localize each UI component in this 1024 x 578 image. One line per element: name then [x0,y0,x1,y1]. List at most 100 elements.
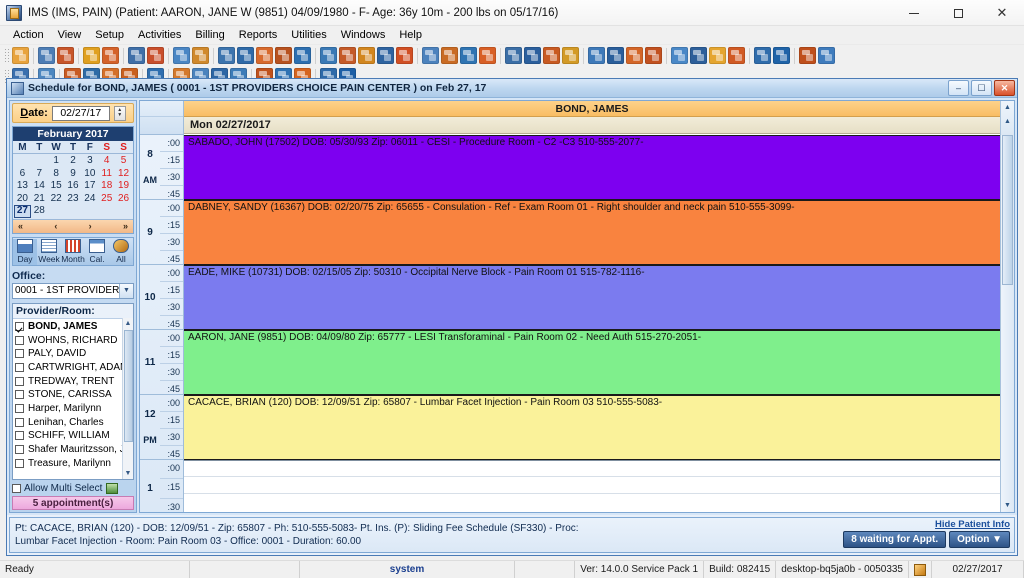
provider-checkbox[interactable] [15,349,24,359]
hide-patient-info-link[interactable]: Hide Patient Info [935,519,1010,530]
toolbar-button-10-icon[interactable] [218,47,235,64]
provider-checkbox[interactable] [15,321,24,331]
calendar-day-3[interactable]: 3 [81,155,98,168]
toolbar-button-3-icon[interactable] [57,47,74,64]
provider-checkbox[interactable] [15,431,24,441]
toolbar-button-33-icon[interactable] [690,47,707,64]
quarter-label[interactable]: :00 [160,330,183,347]
toolbar-button-24-icon[interactable] [505,47,522,64]
toolbar-button-27-icon[interactable] [562,47,579,64]
toolbar-button-22-icon[interactable] [460,47,477,64]
calendar-day-24[interactable]: 24 [81,193,98,206]
quarter-label[interactable]: :30 [160,169,183,186]
calendar-day-26[interactable]: 26 [115,193,132,206]
provider-item-4[interactable]: TREDWAY, TRENT [15,374,131,388]
calendar-day-13[interactable]: 13 [14,180,31,193]
provider-item-10[interactable]: Treasure, Marilynn [15,456,131,470]
menu-item-help[interactable]: Help [392,27,429,43]
maximize-button[interactable] [936,0,980,26]
date-input[interactable]: 02/27/17 [51,105,110,121]
calendar-day-8[interactable]: 8 [48,168,65,181]
provider-checkbox[interactable] [15,445,24,455]
calendar-day-12[interactable]: 12 [115,168,132,181]
toolbar-button-11-icon[interactable] [237,47,254,64]
schedule-scroll-top[interactable]: ▲ ▲ [1000,101,1014,135]
quarter-label[interactable]: :15 [160,152,183,169]
allow-multi-select-row[interactable]: Allow Multi Select [12,483,134,494]
provider-item-3[interactable]: CARTWRIGHT, ADAM [15,361,131,375]
calendar-prev-year[interactable]: « [18,221,23,231]
provider-item-7[interactable]: Lenihan, Charles [15,415,131,429]
provider-checkbox[interactable] [15,390,24,400]
menu-item-reports[interactable]: Reports [232,27,285,43]
quarter-label[interactable]: :00 [160,265,183,282]
provider-checkbox[interactable] [15,362,24,372]
scroll-up-icon[interactable]: ▲ [1004,101,1011,115]
appointment-block-1[interactable]: DABNEY, SANDY (16367) DOB: 02/20/75 Zip:… [184,200,1000,265]
menu-item-action[interactable]: Action [6,27,51,43]
menu-item-view[interactable]: View [51,27,89,43]
date-spinner[interactable]: ▲ ▼ [113,105,126,121]
toolbar-button-15-icon[interactable] [320,47,337,64]
calendar-day-9[interactable]: 9 [65,168,82,181]
calendar-day-25[interactable]: 25 [98,193,115,206]
calendar-day-4[interactable]: 4 [98,155,115,168]
scrollbar-thumb[interactable] [1002,135,1013,285]
calendar-day-21[interactable]: 21 [31,193,48,206]
provider-item-8[interactable]: SCHIFF, WILLIAM [15,429,131,443]
toolbar-button-12-icon[interactable] [256,47,273,64]
calendar-day-23[interactable]: 23 [65,193,82,206]
toolbar-button-16-icon[interactable] [339,47,356,64]
toolbar-button-7-icon[interactable] [147,47,164,64]
calendar-day-1[interactable]: 1 [48,155,65,168]
toolbar-button-32-icon[interactable] [671,47,688,64]
provider-checkbox[interactable] [15,417,24,427]
scroll-down-icon[interactable]: ▼ [125,468,132,479]
calendar-day-2[interactable]: 2 [65,155,82,168]
calendar-day-6[interactable]: 6 [14,168,31,181]
schedule-close-button[interactable]: ✕ [994,80,1015,96]
quarter-label[interactable]: :30 [160,499,183,517]
view-button-month[interactable]: Month [61,238,85,265]
quarter-label[interactable]: :00 [160,395,183,412]
toolbar-grip[interactable] [4,47,9,64]
quarter-label[interactable]: :00 [160,200,183,217]
chevron-down-icon[interactable]: ▼ [119,283,133,298]
toolbar-button-37-icon[interactable] [773,47,790,64]
calendar-next-year[interactable]: » [123,221,128,231]
close-button[interactable]: ✕ [980,0,1024,26]
quarter-label[interactable]: :15 [160,479,183,499]
calendar-day-20[interactable]: 20 [14,193,31,206]
schedule-maximize-button[interactable]: ☐ [971,80,992,96]
calendar-next-month[interactable]: › [89,221,92,231]
toolbar-button-30-icon[interactable] [626,47,643,64]
toolbar-button-5-icon[interactable] [102,47,119,64]
menu-item-setup[interactable]: Setup [88,27,131,43]
toolbar-button-1-icon[interactable] [12,47,29,64]
calendar-day-17[interactable]: 17 [81,180,98,193]
option-button[interactable]: Option ▼ [949,531,1010,548]
allow-multi-select-checkbox[interactable] [12,484,21,493]
toolbar-button-29-icon[interactable] [607,47,624,64]
toolbar-button-34-icon[interactable] [709,47,726,64]
view-button-all[interactable]: All [109,238,133,265]
calendar-day-14[interactable]: 14 [31,180,48,193]
appointments-column[interactable]: SABADO, JOHN (17502) DOB: 05/30/93 Zip: … [184,135,1000,512]
toolbar-button-2-icon[interactable] [38,47,55,64]
menu-item-windows[interactable]: Windows [334,27,393,43]
provider-item-0[interactable]: BOND, JAMES [15,320,131,334]
minimize-button[interactable] [892,0,936,26]
calendar-day-10[interactable]: 10 [81,168,98,181]
toolbar-button-23-icon[interactable] [479,47,496,64]
toolbar-button-39-icon[interactable] [818,47,835,64]
toolbar-button-14-icon[interactable] [294,47,311,64]
calendar-day-19[interactable]: 19 [115,180,132,193]
multi-select-icon[interactable] [106,483,119,494]
provider-item-1[interactable]: WOHNS, RICHARD [15,333,131,347]
toolbar-button-8-icon[interactable] [173,47,190,64]
calendar-day-22[interactable]: 22 [48,193,65,206]
view-button-cal[interactable]: Cal. [85,238,109,265]
provider-checkbox[interactable] [15,335,24,345]
calendar-day-5[interactable]: 5 [115,155,132,168]
calendar-day-7[interactable]: 7 [31,168,48,181]
